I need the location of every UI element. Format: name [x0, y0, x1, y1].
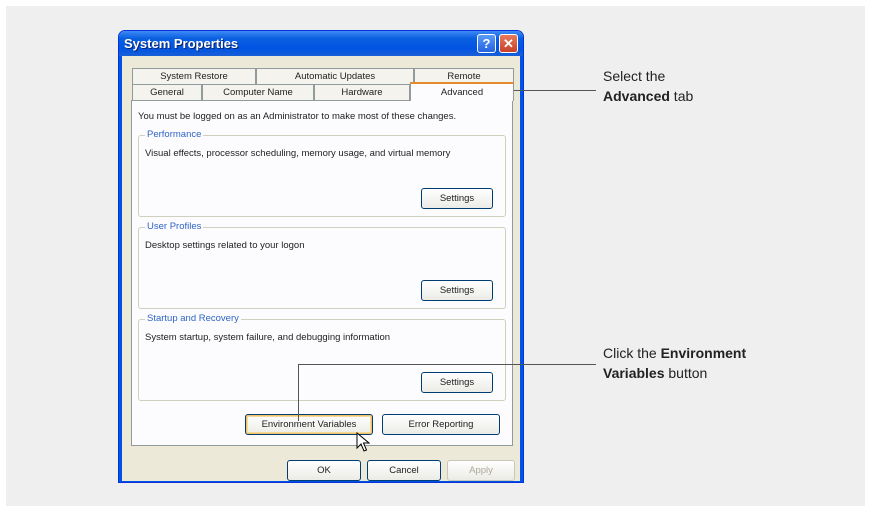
callout-env-line	[298, 364, 596, 365]
environment-variables-button[interactable]: Environment Variables	[245, 414, 373, 435]
user-profiles-group: User Profiles Desktop settings related t…	[138, 221, 506, 309]
user-profiles-group-desc: Desktop settings related to your logon	[145, 240, 305, 251]
callout-env-bold2: Variables	[603, 365, 665, 381]
tab-advanced[interactable]: Advanced	[410, 82, 514, 101]
close-button[interactable]: ✕	[499, 34, 518, 53]
help-icon: ?	[482, 36, 491, 51]
tab-hardware[interactable]: Hardware	[314, 84, 410, 100]
cancel-button[interactable]: Cancel	[367, 460, 441, 481]
window-title: System Properties	[124, 36, 239, 51]
help-button[interactable]: ?	[477, 34, 496, 53]
callout-env-vline	[298, 364, 299, 421]
tab-computer-name[interactable]: Computer Name	[202, 84, 314, 100]
callout-env-prefix: Click the	[603, 345, 661, 361]
tab-system-restore[interactable]: System Restore	[132, 68, 256, 84]
startup-recovery-settings-button[interactable]: Settings	[421, 372, 493, 393]
close-icon: ✕	[503, 35, 514, 51]
callout-advanced-suffix: tab	[669, 88, 694, 104]
tab-general[interactable]: General	[132, 84, 202, 100]
tab-automatic-updates[interactable]: Automatic Updates	[256, 68, 414, 84]
admin-note: You must be logged on as an Administrato…	[138, 111, 457, 122]
callout-env-bold1: Environment	[660, 345, 747, 361]
callout-env-vars: Click the Environment Variables button	[603, 343, 746, 383]
startup-recovery-group: Startup and Recovery System startup, sys…	[138, 313, 506, 401]
callout-advanced-bold: Advanced	[603, 88, 670, 104]
startup-recovery-group-title: Startup and Recovery	[145, 313, 241, 324]
startup-recovery-group-desc: System startup, system failure, and debu…	[145, 332, 391, 343]
performance-settings-button[interactable]: Settings	[421, 188, 493, 209]
performance-group: Performance Visual effects, processor sc…	[138, 129, 506, 217]
callout-advanced-line	[500, 90, 596, 91]
callout-advanced-prefix: Select the	[603, 68, 666, 84]
mouse-pointer-icon	[356, 432, 370, 452]
performance-group-desc: Visual effects, processor scheduling, me…	[145, 148, 451, 159]
performance-group-title: Performance	[145, 129, 204, 140]
callout-advanced: Select the Advanced tab	[603, 66, 693, 106]
apply-button[interactable]: Apply	[447, 460, 515, 481]
system-properties-window: System Properties ? ✕ System Restore Aut…	[118, 30, 524, 483]
error-reporting-button[interactable]: Error Reporting	[382, 414, 500, 435]
dialog-client-area: System Restore Automatic Updates Remote …	[119, 56, 523, 482]
title-bar[interactable]: System Properties ? ✕	[119, 31, 523, 56]
callout-env-suffix: button	[664, 365, 708, 381]
ok-button[interactable]: OK	[287, 460, 361, 481]
user-profiles-group-title: User Profiles	[145, 221, 204, 232]
user-profiles-settings-button[interactable]: Settings	[421, 280, 493, 301]
advanced-tab-sheet: You must be logged on as an Administrato…	[131, 100, 513, 446]
